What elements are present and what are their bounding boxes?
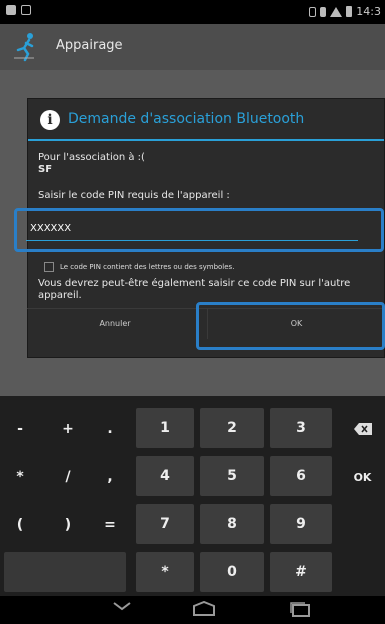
status-time: 14:3 (356, 5, 381, 18)
back-chevron-icon[interactable] (113, 601, 131, 611)
dialog-title: Demande d'association Bluetooth (68, 111, 305, 127)
key-delete[interactable] (340, 408, 385, 450)
key-hash[interactable]: # (270, 552, 332, 592)
key-equals[interactable]: = (90, 504, 130, 546)
sim-icon (309, 6, 317, 17)
status-bar: 14:3 (0, 0, 385, 24)
key-6[interactable]: 6 (270, 456, 332, 496)
key-period[interactable]: . (90, 408, 130, 450)
key-7[interactable]: 7 (136, 504, 194, 544)
note-line-2: appareil. (38, 290, 82, 301)
checkbox-label: Le code PIN contient des lettres ou des … (60, 263, 235, 271)
key-ok[interactable]: OK (340, 456, 385, 498)
key-8[interactable]: 8 (200, 504, 264, 544)
key-slash[interactable]: / (48, 456, 88, 498)
key-minus[interactable]: - (0, 408, 40, 450)
cancel-button[interactable]: Annuler (27, 309, 203, 339)
key-open-paren[interactable]: ( (0, 504, 40, 546)
device-name: SF (38, 164, 53, 175)
key-plus[interactable]: + (48, 408, 88, 450)
battery-icon (346, 6, 353, 17)
pin-input-highlight (14, 208, 384, 252)
info-icon: i (40, 110, 60, 130)
app-title: Appairage (56, 38, 123, 53)
numeric-keyboard: - + . 1 2 3 * / , 4 5 6 OK ( ) = 7 8 9 *… (0, 396, 385, 596)
key-spacebar[interactable] (4, 552, 126, 592)
alphanumeric-pin-checkbox[interactable] (44, 262, 54, 272)
navigation-bar (0, 596, 385, 624)
key-3[interactable]: 3 (270, 408, 332, 448)
app-bar: Appairage (0, 24, 385, 70)
key-4[interactable]: 4 (136, 456, 194, 496)
note-line-1: Vous devrez peut-être également saisir c… (38, 278, 351, 289)
ok-button-highlight (196, 302, 385, 350)
dialog-header: i Demande d'association Bluetooth (28, 99, 384, 141)
key-comma[interactable]: , (90, 456, 130, 498)
bluetooth-icon (320, 6, 327, 17)
key-asterisk[interactable]: * (0, 456, 40, 498)
screenshot-icon (21, 5, 31, 15)
key-9[interactable]: 9 (270, 504, 332, 544)
key-close-paren[interactable]: ) (48, 504, 88, 546)
pin-prompt: Saisir le code PIN requis de l'appareil … (38, 190, 230, 201)
runner-logo-icon (14, 33, 34, 62)
recent-apps-icon[interactable] (289, 601, 311, 617)
backspace-icon (353, 423, 372, 435)
home-icon[interactable] (192, 601, 216, 617)
key-5[interactable]: 5 (200, 456, 264, 496)
wifi-icon (330, 6, 343, 17)
key-1[interactable]: 1 (136, 408, 194, 448)
key-2[interactable]: 2 (200, 408, 264, 448)
pairing-label: Pour l'association à :( (38, 152, 145, 163)
key-star[interactable]: * (136, 552, 194, 592)
key-0[interactable]: 0 (200, 552, 264, 592)
notification-icon (6, 5, 16, 15)
